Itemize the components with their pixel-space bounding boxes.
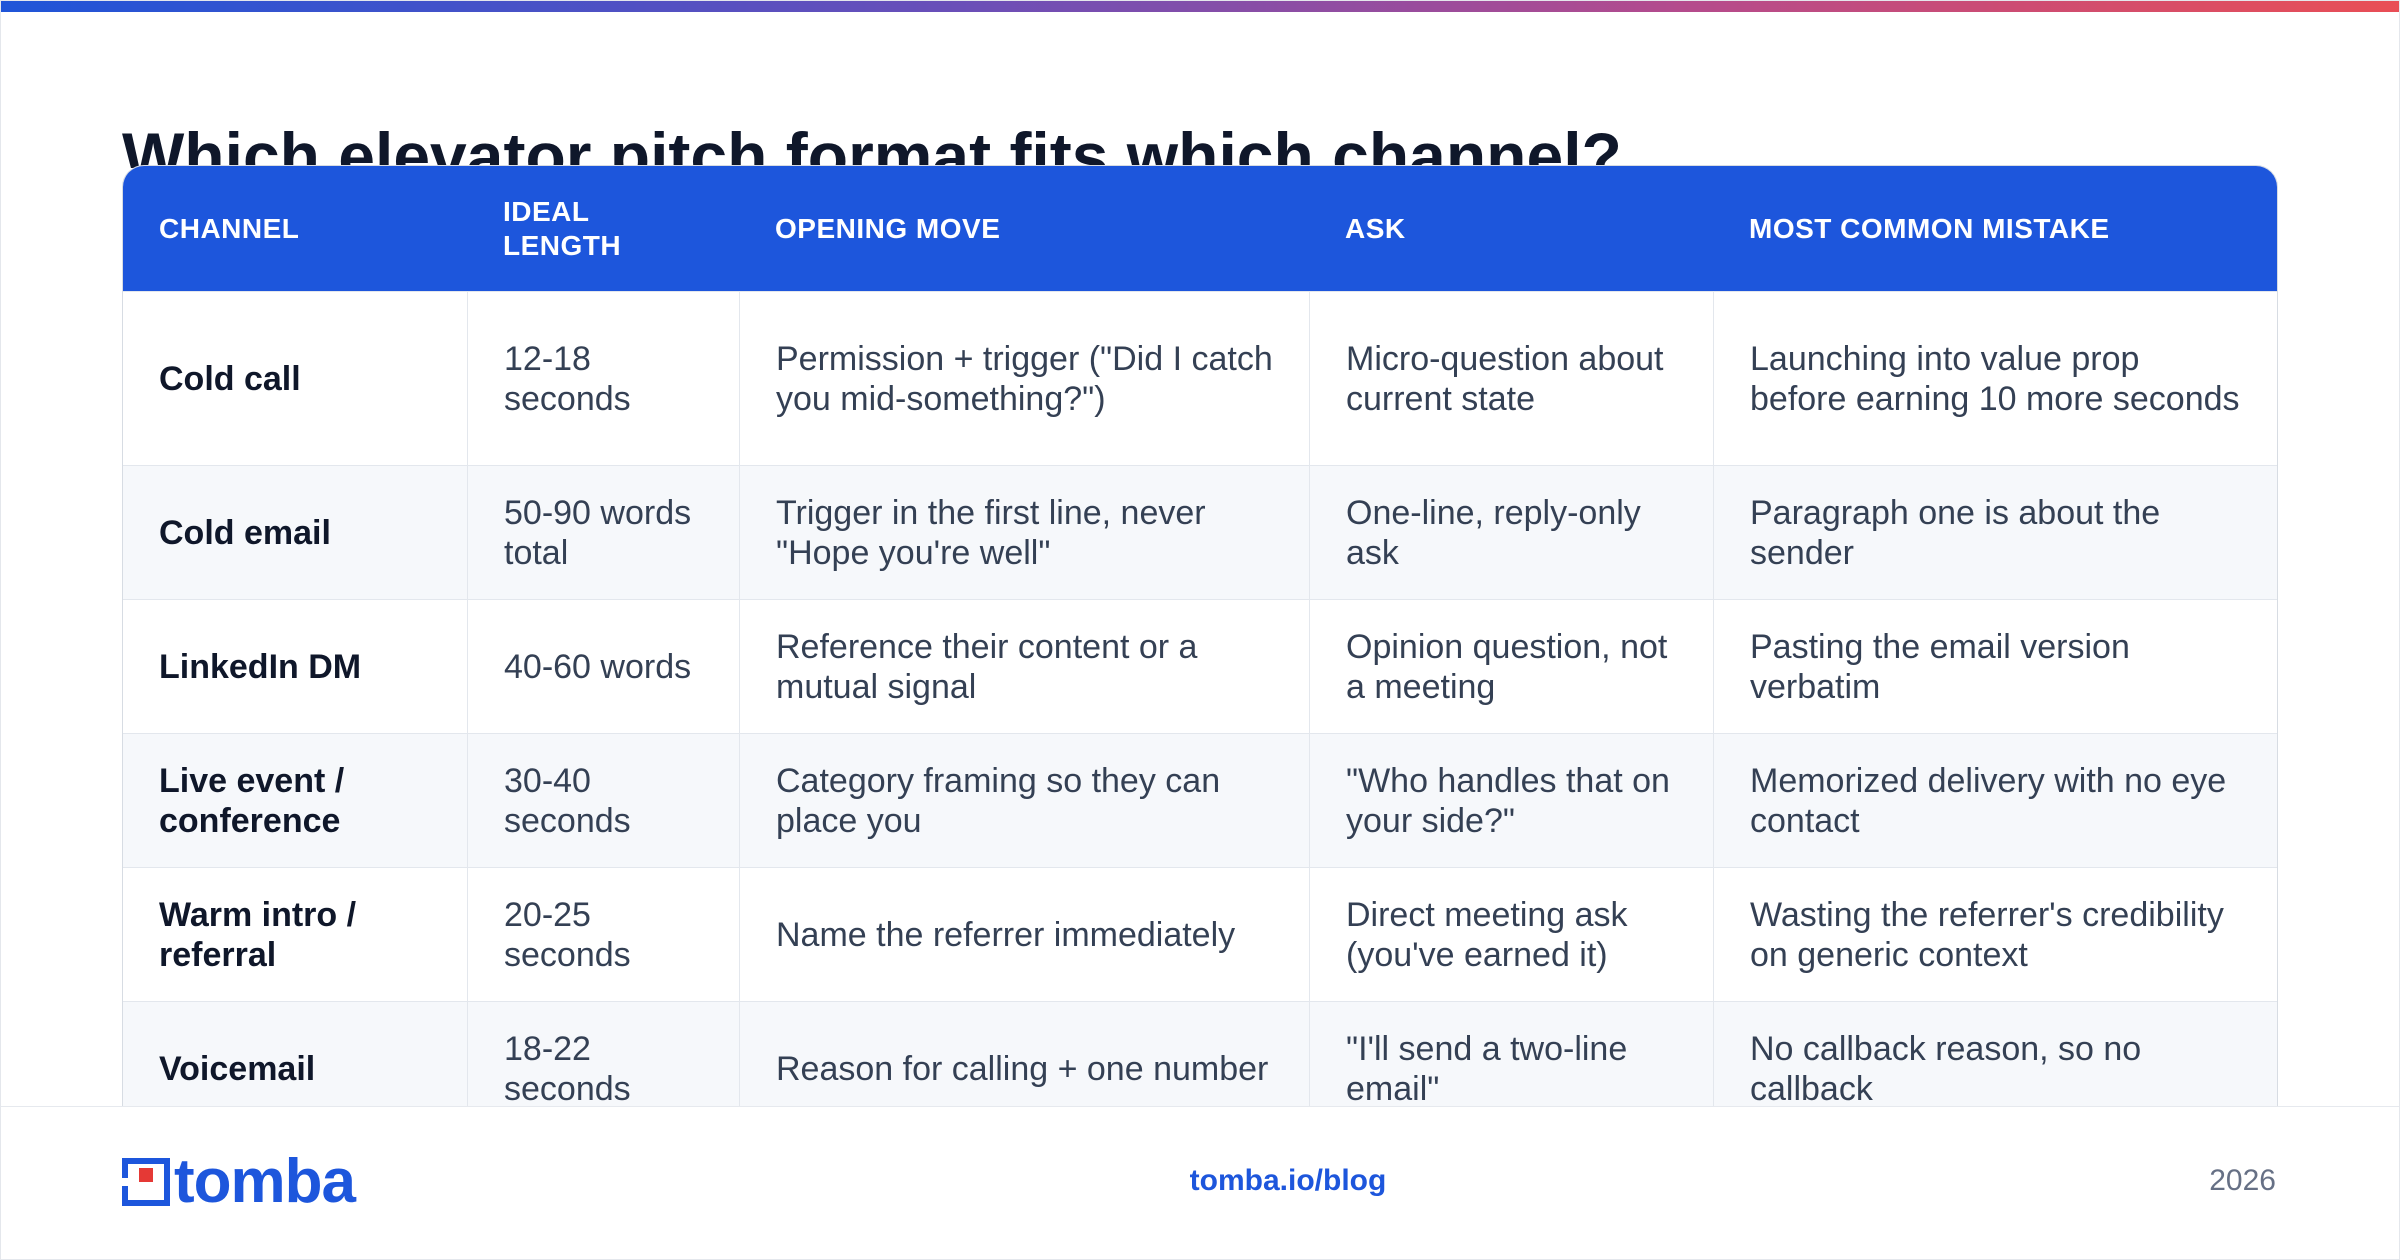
- cell-opening-move: Reference their content or a mutual sign…: [739, 600, 1309, 733]
- cell-opening-move: Permission + trigger ("Did I catch you m…: [739, 292, 1309, 465]
- cell-ask: Micro-question about current state: [1309, 292, 1713, 465]
- tomba-logo-icon: [122, 1158, 170, 1206]
- cell-ideal-length: 20-25 seconds: [467, 868, 739, 1001]
- footer-divider: [0, 1106, 2400, 1107]
- table-row: Cold email 50-90 words total Trigger in …: [123, 465, 2277, 599]
- column-header-opening-move: OPENING MOVE: [775, 212, 1001, 244]
- column-header-channel: CHANNEL: [159, 212, 300, 244]
- cell-opening-move: Name the referrer immediately: [739, 868, 1309, 1001]
- top-gradient-bar: [0, 0, 2400, 12]
- table-header: CHANNEL IDEAL LENGTH OPENING MOVE ASK MO…: [123, 166, 2277, 291]
- cell-ideal-length: 50-90 words total: [467, 466, 739, 599]
- cell-mistake: Pasting the email version verbatim: [1713, 600, 2277, 733]
- cell-ask: "Who handles that on your side?": [1309, 734, 1713, 867]
- brand-logo: tomba: [122, 1147, 356, 1216]
- cell-ask: One-line, reply-only ask: [1309, 466, 1713, 599]
- cell-channel: Live event / conference: [159, 761, 345, 840]
- column-header-ask: ASK: [1345, 212, 1406, 244]
- column-header-ideal-length: IDEAL LENGTH: [503, 195, 622, 261]
- table-row: Cold call 12-18 seconds Permission + tri…: [123, 291, 2277, 465]
- cell-mistake: Launching into value prop before earning…: [1713, 292, 2277, 465]
- column-header-most-common-mistake: MOST COMMON MISTAKE: [1749, 212, 2110, 244]
- table-row: LinkedIn DM 40-60 words Reference their …: [123, 599, 2277, 733]
- table-row: Live event / conference 30-40 seconds Ca…: [123, 733, 2277, 867]
- cell-channel: Cold call: [159, 359, 301, 398]
- cell-mistake: Paragraph one is about the sender: [1713, 466, 2277, 599]
- cell-opening-move: Trigger in the first line, never "Hope y…: [739, 466, 1309, 599]
- blog-link[interactable]: tomba.io/blog: [1086, 1164, 1490, 1198]
- page-title: Which elevator pitch format fits which c…: [122, 119, 1622, 168]
- brand-name: tomba: [174, 1147, 356, 1216]
- cell-mistake: Wasting the referrer's credibility on ge…: [1713, 868, 2277, 1001]
- cell-ideal-length: 12-18 seconds: [467, 292, 739, 465]
- footer-year: 2026: [2209, 1164, 2276, 1197]
- cell-ask: Direct meeting ask (you've earned it): [1309, 868, 1713, 1001]
- cell-channel: Warm intro / referral: [159, 895, 357, 974]
- pitch-format-table: CHANNEL IDEAL LENGTH OPENING MOVE ASK MO…: [122, 165, 2278, 1135]
- cell-channel: Cold email: [159, 513, 331, 552]
- cell-channel: LinkedIn DM: [159, 647, 362, 686]
- cell-ideal-length: 30-40 seconds: [467, 734, 739, 867]
- cell-ask: Opinion question, not a meeting: [1309, 600, 1713, 733]
- cell-mistake: Memorized delivery with no eye contact: [1713, 734, 2277, 867]
- cell-opening-move: Category framing so they can place you: [739, 734, 1309, 867]
- table-row: Warm intro / referral 20-25 seconds Name…: [123, 867, 2277, 1001]
- cell-ideal-length: 40-60 words: [467, 600, 739, 733]
